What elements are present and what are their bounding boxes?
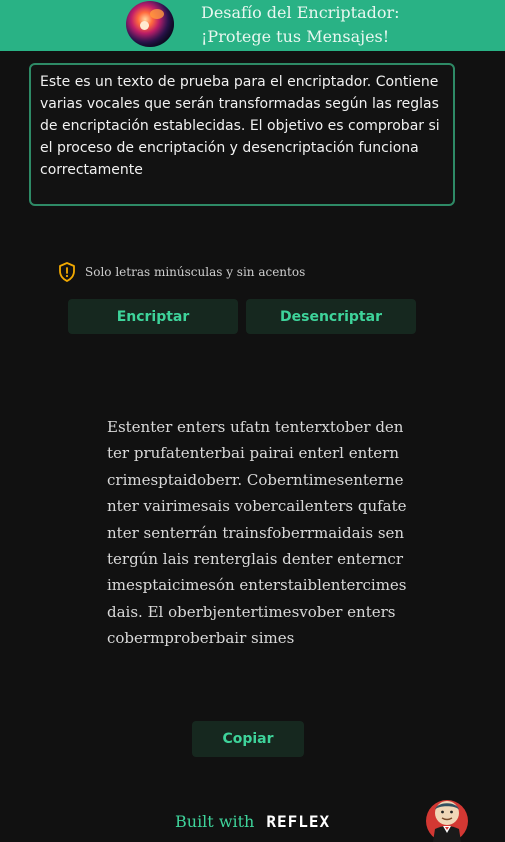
- app-logo: [126, 1, 174, 47]
- warning-shield-icon: [59, 262, 75, 282]
- message-input[interactable]: Este es un texto de prueba para el encri…: [29, 63, 455, 206]
- footer: Built with REFLEX: [175, 812, 330, 831]
- jenkins-mascot-icon: [426, 800, 468, 842]
- warning-note: Solo letras minúsculas y sin acentos: [58, 262, 305, 282]
- message-input-value: Este es un texto de prueba para el encri…: [40, 74, 440, 178]
- header-title-line1: Desafío del Encriptador:: [201, 3, 400, 22]
- warning-text: Solo letras minúsculas y sin acentos: [85, 265, 306, 279]
- copy-button[interactable]: Copiar: [192, 721, 304, 757]
- reflex-logo[interactable]: REFLEX: [266, 812, 330, 831]
- app-header: Desafío del Encriptador: ¡Protege tus Me…: [0, 0, 505, 51]
- header-title-line2: ¡Protege tus Mensajes!: [201, 27, 390, 46]
- output-text: Estenter enters ufatn tenterxtober dente…: [107, 418, 407, 648]
- encrypt-button[interactable]: Encriptar: [68, 299, 238, 334]
- decrypt-button[interactable]: Desencriptar: [246, 299, 416, 334]
- built-with-text: Built with: [175, 812, 255, 831]
